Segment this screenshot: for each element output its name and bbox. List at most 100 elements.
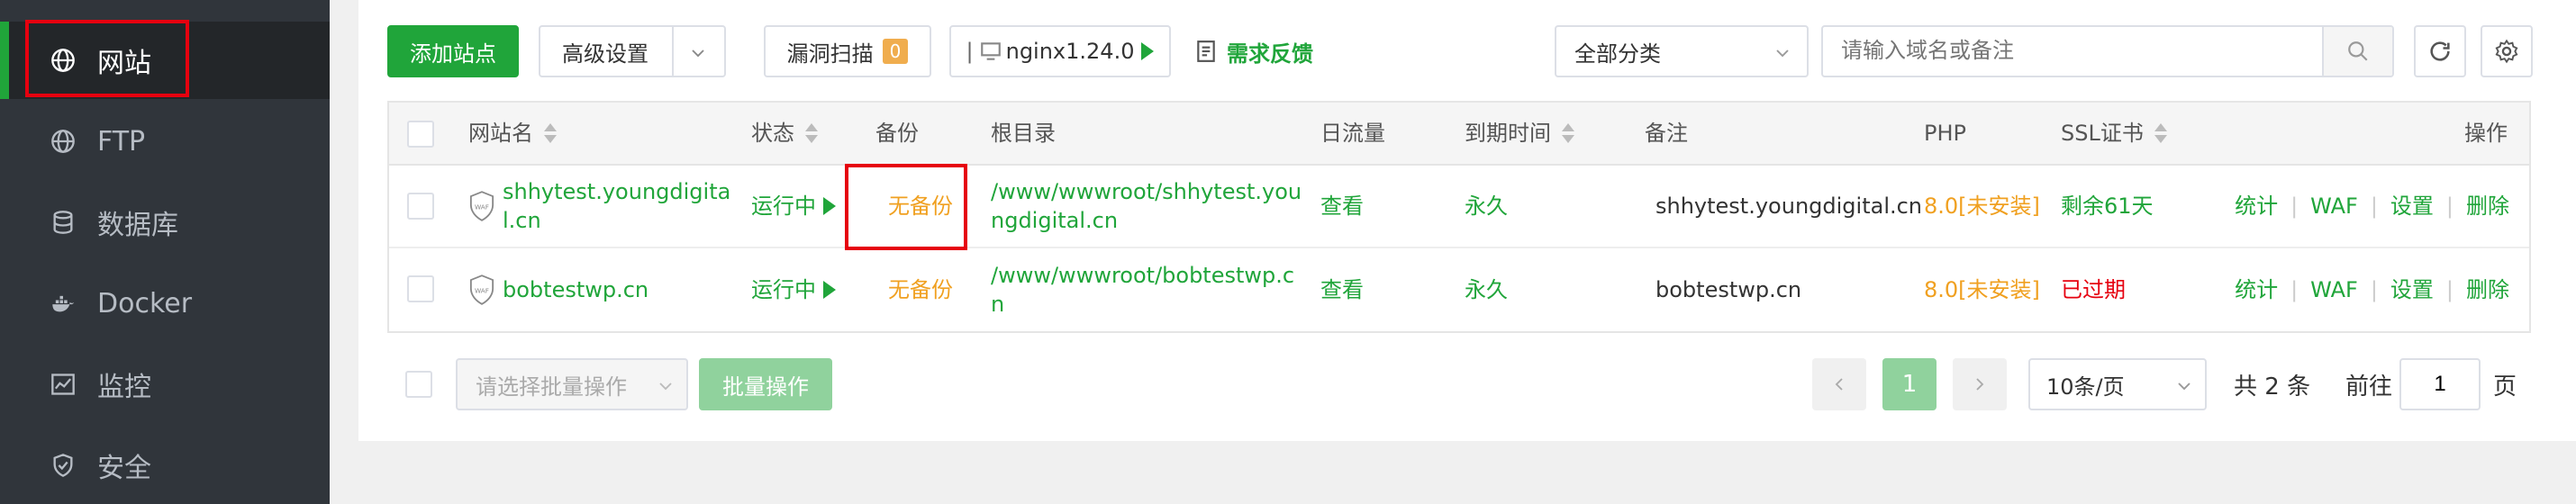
chevron-left-icon bbox=[1835, 378, 1843, 391]
chevron-down-icon bbox=[2178, 382, 2191, 391]
header-ssl[interactable]: SSL证书 bbox=[2061, 103, 2167, 164]
delete-link[interactable]: 删除 bbox=[2466, 275, 2509, 304]
cursor-bar-icon: | bbox=[966, 39, 974, 64]
settings-link[interactable]: 设置 bbox=[2390, 275, 2434, 304]
settings-button[interactable] bbox=[2481, 25, 2533, 77]
play-icon bbox=[1141, 42, 1155, 60]
page-unit-label: 页 bbox=[2493, 373, 2517, 400]
stats-link[interactable]: 统计 bbox=[2235, 275, 2278, 304]
select-all-checkbox[interactable] bbox=[407, 121, 434, 148]
advanced-settings-dropdown[interactable]: 高级设置 bbox=[539, 25, 726, 77]
settings-link[interactable]: 设置 bbox=[2390, 192, 2434, 220]
site-name-line: shhytest.youngdigita bbox=[503, 179, 731, 204]
feedback-link[interactable]: 需求反馈 bbox=[1194, 25, 1313, 77]
ssl-link[interactable]: 已过期 bbox=[2061, 248, 2126, 331]
category-select[interactable]: 全部分类 bbox=[1555, 25, 1809, 77]
site-name-cell: WAF bobtestwp.cn bbox=[468, 248, 744, 331]
delete-link[interactable]: 删除 bbox=[2466, 192, 2509, 220]
nginx-version-button[interactable]: | nginx1.24.0 bbox=[949, 25, 1171, 77]
php-version-link[interactable]: 8.0[未安装] bbox=[1924, 248, 2040, 331]
header-name[interactable]: 网站名 bbox=[468, 103, 557, 164]
backup-link[interactable]: 无备份 bbox=[888, 248, 953, 331]
goto-page-input[interactable] bbox=[2399, 358, 2481, 410]
highlight-box bbox=[845, 164, 967, 250]
ssl-link[interactable]: 剩余61天 bbox=[2061, 166, 2154, 247]
header-expire[interactable]: 到期时间 bbox=[1465, 103, 1574, 164]
search-input[interactable] bbox=[1823, 27, 2322, 76]
vuln-scan-button[interactable]: 漏洞扫描 0 bbox=[764, 25, 931, 77]
divider: | bbox=[2290, 277, 2299, 302]
status-cell[interactable]: 运行中 bbox=[751, 166, 836, 247]
prev-page-button[interactable] bbox=[1812, 358, 1866, 410]
sidebar-item-monitor[interactable]: 监控 bbox=[0, 346, 330, 423]
remark-cell[interactable]: bobtestwp.cn bbox=[1655, 248, 1801, 331]
site-name-link[interactable]: bobtestwp.cn bbox=[503, 275, 649, 304]
search-button[interactable] bbox=[2322, 27, 2392, 76]
traffic-link[interactable]: 查看 bbox=[1320, 248, 1364, 331]
traffic-link[interactable]: 查看 bbox=[1320, 166, 1364, 247]
server-icon bbox=[980, 42, 1001, 60]
docker-icon bbox=[52, 295, 75, 312]
refresh-button[interactable] bbox=[2414, 25, 2466, 77]
ftp-globe-icon bbox=[51, 130, 75, 153]
chevron-down-icon bbox=[1776, 50, 1789, 58]
root-dir-line: ngdigital.cn bbox=[991, 208, 1119, 233]
waf-link[interactable]: WAF bbox=[2310, 275, 2358, 304]
divider: | bbox=[2370, 277, 2378, 302]
header-php: PHP bbox=[1924, 121, 1966, 146]
header-traffic: 日流量 bbox=[1320, 121, 1385, 146]
sites-table: 网站名 状态 备份 根目录 日流量 到期时间 备注 PHP SSL证书 操作 W… bbox=[387, 101, 2531, 333]
root-dir-link[interactable]: /www/wwwroot/bobtestwp.c n bbox=[991, 248, 1302, 331]
header-backup: 备份 bbox=[875, 121, 919, 146]
batch-action-button[interactable]: 批量操作 bbox=[699, 358, 832, 410]
expire-link[interactable]: 永久 bbox=[1465, 166, 1508, 247]
search-box bbox=[1821, 25, 2394, 77]
waf-link[interactable]: WAF bbox=[2310, 192, 2358, 220]
row-checkbox[interactable] bbox=[407, 275, 434, 302]
row-actions: 统计 | WAF | 设置 | 删除 bbox=[2235, 166, 2509, 247]
gear-icon bbox=[2495, 39, 2518, 64]
row-actions: 统计 | WAF | 设置 | 删除 bbox=[2235, 248, 2509, 331]
sidebar-item-security[interactable]: 安全 bbox=[0, 427, 330, 504]
highlight-box bbox=[25, 20, 189, 97]
sort-icon bbox=[805, 123, 818, 143]
database-icon bbox=[53, 211, 73, 234]
sidebar-item-docker[interactable]: Docker bbox=[0, 265, 330, 342]
header-status[interactable]: 状态 bbox=[751, 103, 818, 164]
site-name-cell: WAF shhytest.youngdigita l.cn bbox=[468, 166, 744, 247]
sidebar-item-ftp[interactable]: FTP bbox=[0, 103, 330, 180]
feedback-label: 需求反馈 bbox=[1227, 40, 1313, 67]
site-name-line: l.cn bbox=[503, 208, 541, 233]
next-page-button[interactable] bbox=[1953, 358, 2007, 410]
sidebar-item-label: FTP bbox=[97, 125, 146, 158]
site-name-link[interactable]: shhytest.youngdigita l.cn bbox=[503, 177, 730, 235]
stats-link[interactable]: 统计 bbox=[2235, 192, 2278, 220]
header-root: 根目录 bbox=[991, 121, 1056, 146]
waf-shield-icon: WAF bbox=[469, 274, 494, 305]
category-select-value: 全部分类 bbox=[1574, 40, 1661, 67]
svg-text:WAF: WAF bbox=[475, 203, 489, 212]
table-row: WAF bobtestwp.cn 运行中 无备份 /www/wwwroot/bo… bbox=[389, 248, 2529, 331]
footer-select-all-checkbox[interactable] bbox=[405, 371, 432, 398]
sidebar-item-label: Docker bbox=[97, 287, 193, 320]
status-label: 运行中 bbox=[751, 194, 816, 219]
page-number-button[interactable]: 1 bbox=[1882, 358, 1937, 410]
expire-link[interactable]: 永久 bbox=[1465, 248, 1508, 331]
sort-icon bbox=[2154, 123, 2167, 143]
status-cell[interactable]: 运行中 bbox=[751, 248, 836, 331]
page-size-select[interactable]: 10条/页 bbox=[2028, 358, 2207, 410]
php-version-link[interactable]: 8.0[未安装] bbox=[1924, 166, 2040, 247]
sidebar-item-label: 数据库 bbox=[97, 210, 178, 241]
root-dir-link[interactable]: /www/wwwroot/shhytest.you ngdigital.cn bbox=[991, 166, 1302, 247]
sidebar: 网站 FTP 数据库 Docker 监控 安全 bbox=[0, 0, 330, 504]
play-icon bbox=[823, 197, 836, 215]
remark-cell[interactable]: shhytest.youngdigital.cn bbox=[1655, 166, 1922, 247]
divider: | bbox=[2370, 194, 2378, 219]
row-checkbox[interactable] bbox=[407, 193, 434, 220]
add-site-button[interactable]: 添加站点 bbox=[387, 25, 519, 77]
page-size-value: 10条/页 bbox=[2046, 374, 2125, 400]
sort-icon bbox=[1562, 123, 1574, 143]
sidebar-item-database[interactable]: 数据库 bbox=[0, 184, 330, 261]
advanced-settings-label: 高级设置 bbox=[562, 40, 649, 67]
batch-action-select[interactable]: 请选择批量操作 bbox=[456, 358, 688, 410]
